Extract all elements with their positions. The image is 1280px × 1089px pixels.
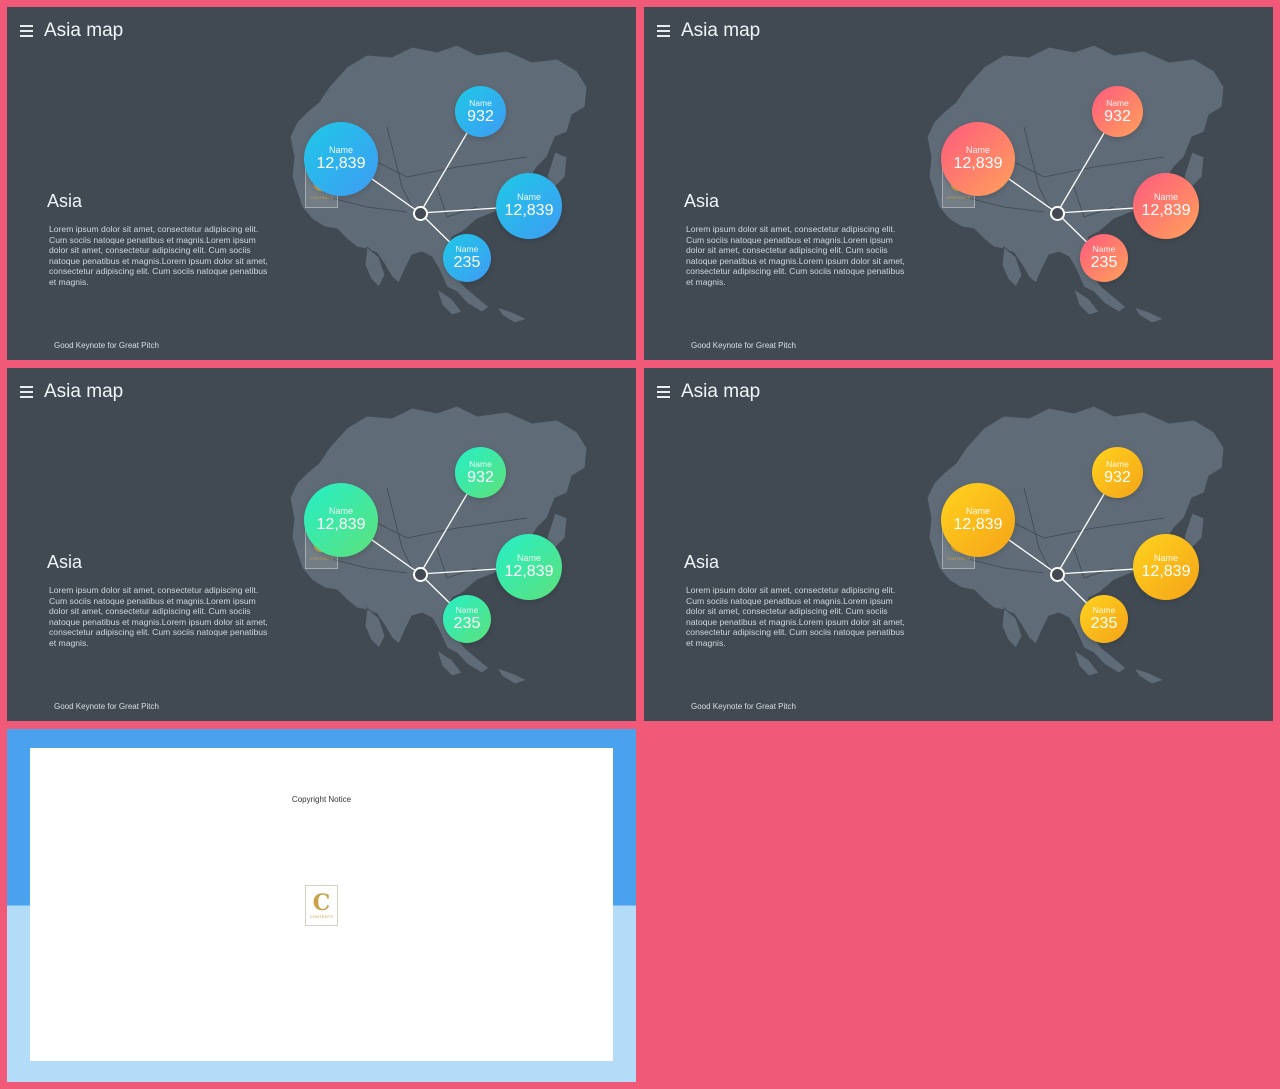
body-text: Lorem ipsum dolor sit amet, consectetur … — [686, 224, 905, 287]
bubble-value: 12,839 — [953, 516, 1003, 533]
logo-text: CONTENTS — [309, 914, 334, 919]
slide-title: Asia map — [681, 381, 761, 402]
region-title: Asia — [684, 552, 720, 572]
bubble-label: Name — [469, 97, 492, 108]
bubble-south: Name 235 — [443, 234, 491, 282]
logo-text: CONTENTS — [309, 555, 334, 561]
logo-letter: C — [312, 890, 331, 916]
logo-text: CONTENTS — [946, 555, 971, 561]
copyright-title: Copyright Notice — [291, 795, 352, 804]
bubble-value: 12,839 — [1141, 202, 1191, 219]
slide-2: Asia map Asia Lorem ipsum dolor sit amet… — [644, 7, 1273, 360]
menu-icon[interactable] — [20, 25, 33, 37]
bubble-value: 12,839 — [504, 563, 554, 580]
logo-text: CONTENTS — [946, 194, 971, 200]
footer-text: Good Keynote for Great Pitch — [691, 341, 796, 350]
bubble-label: Name — [1153, 553, 1178, 563]
bubble-value: 235 — [453, 254, 481, 271]
hub-node — [413, 206, 428, 221]
bubble-value: 932 — [1104, 107, 1131, 125]
bubble-large-east: Name 12,839 — [496, 534, 562, 600]
region-title: Asia — [47, 552, 83, 572]
bubble-north: Name 932 — [1092, 86, 1143, 137]
body-text: Lorem ipsum dolor sit amet, consectetur … — [49, 585, 268, 648]
hub-node — [1050, 567, 1065, 582]
region-title: Asia — [684, 191, 720, 211]
bubble-south: Name 235 — [1080, 595, 1128, 643]
bubble-value: 12,839 — [1141, 563, 1191, 580]
bubble-value: 12,839 — [504, 202, 554, 219]
bubble-label: Name — [328, 145, 353, 155]
bubble-large-east: Name 12,839 — [496, 173, 562, 239]
copyright-slide: Copyright Notice C CONTENTS — [7, 729, 636, 1082]
bubble-label: Name — [516, 192, 541, 202]
bubble-label: Name — [455, 605, 479, 615]
bubble-label: Name — [469, 458, 492, 469]
bubble-label: Name — [965, 145, 990, 155]
bubble-north: Name 932 — [455, 447, 506, 498]
slide-title: Asia map — [681, 20, 761, 41]
bubble-value: 932 — [467, 468, 494, 486]
copyright-card: Copyright Notice C CONTENTS — [30, 748, 613, 1061]
bubble-large-west: Name 12,839 — [941, 483, 1015, 557]
menu-icon[interactable] — [657, 25, 670, 37]
bubble-value: 932 — [467, 107, 494, 125]
bubble-label: Name — [1153, 192, 1178, 202]
hub-node — [1050, 206, 1065, 221]
bubble-label: Name — [1106, 458, 1129, 469]
footer-text: Good Keynote for Great Pitch — [54, 341, 159, 350]
bubble-north: Name 932 — [455, 86, 506, 137]
bubble-value: 932 — [1104, 468, 1131, 486]
bubble-value: 12,839 — [316, 516, 366, 533]
bubble-value: 235 — [1090, 615, 1118, 632]
bubble-north: Name 932 — [1092, 447, 1143, 498]
bubble-label: Name — [455, 244, 479, 254]
bubble-label: Name — [1092, 605, 1116, 615]
slide-4: Asia map Asia Lorem ipsum dolor sit amet… — [644, 368, 1273, 721]
bubble-south: Name 235 — [1080, 234, 1128, 282]
bubble-label: Name — [328, 506, 353, 516]
bubble-large-east: Name 12,839 — [1133, 534, 1199, 600]
body-text: Lorem ipsum dolor sit amet, consectetur … — [49, 224, 268, 287]
logo-text: CONTENTS — [309, 194, 334, 200]
bubble-label: Name — [1106, 97, 1129, 108]
hub-node — [413, 567, 428, 582]
bubble-label: Name — [516, 553, 541, 563]
slide-title: Asia map — [44, 381, 124, 402]
bubble-south: Name 235 — [443, 595, 491, 643]
bubble-large-west: Name 12,839 — [304, 483, 378, 557]
body-text: Lorem ipsum dolor sit amet, consectetur … — [686, 585, 905, 648]
slide-1: Asia map Asia Lorem ipsum dolor sit amet… — [7, 7, 636, 360]
slide-3: Asia map Asia Lorem ipsum dolor sit amet… — [7, 368, 636, 721]
bubble-value: 235 — [1090, 254, 1118, 271]
menu-icon[interactable] — [20, 386, 33, 398]
bubble-large-east: Name 12,839 — [1133, 173, 1199, 239]
region-title: Asia — [47, 191, 83, 211]
footer-text: Good Keynote for Great Pitch — [691, 702, 796, 711]
bubble-value: 235 — [453, 615, 481, 632]
slide-title: Asia map — [44, 20, 124, 41]
bubble-value: 12,839 — [953, 155, 1003, 172]
bubble-value: 12,839 — [316, 155, 366, 172]
footer-text: Good Keynote for Great Pitch — [54, 702, 159, 711]
bubble-label: Name — [1092, 244, 1116, 254]
menu-icon[interactable] — [657, 386, 670, 398]
copyright-logo: C CONTENTS — [305, 885, 338, 926]
bubble-large-west: Name 12,839 — [941, 122, 1015, 196]
bubble-label: Name — [965, 506, 990, 516]
bubble-large-west: Name 12,839 — [304, 122, 378, 196]
